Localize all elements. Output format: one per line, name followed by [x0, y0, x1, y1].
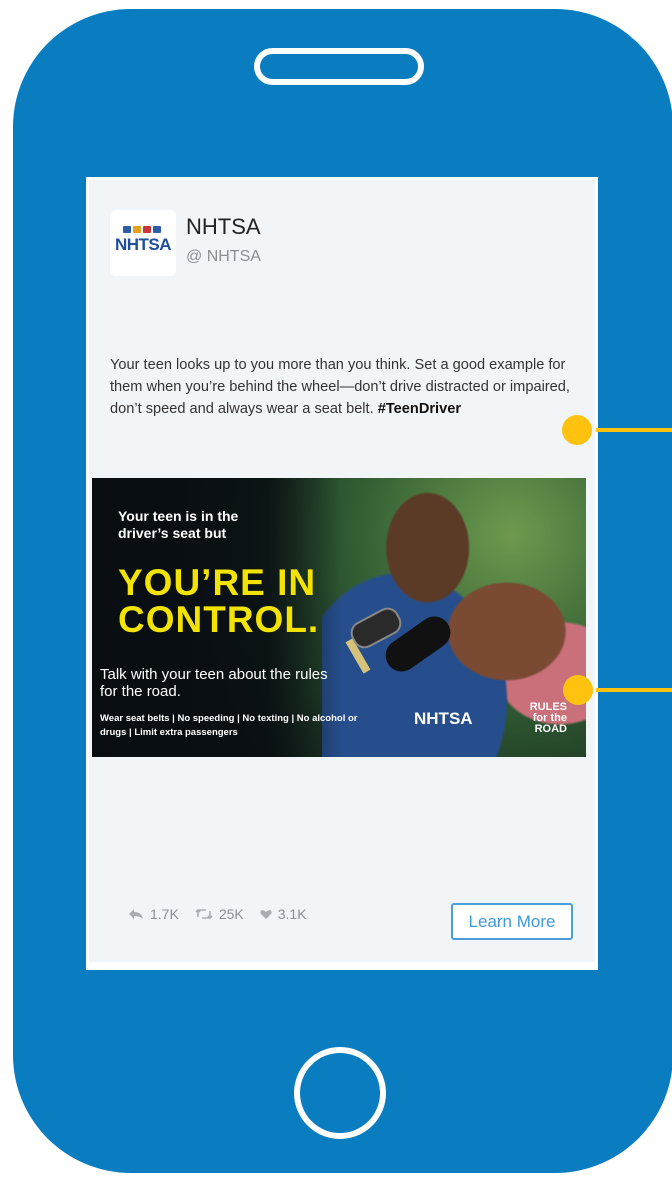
- ad-tagline: Your teen is in the driver’s seat but: [118, 508, 239, 541]
- account-name[interactable]: NHTSA: [186, 214, 261, 240]
- heart-icon: [260, 909, 272, 919]
- retweet-count: 25K: [218, 906, 244, 922]
- nhtsa-logo-icon: [123, 226, 161, 233]
- hashtag-link[interactable]: #TeenDriver: [378, 401, 461, 417]
- post-stats: 1.7K 25K 3.1K: [128, 906, 307, 922]
- learn-more-button[interactable]: Learn More: [451, 903, 573, 940]
- phone-outline: [0, 480, 27, 1187]
- callout-line-text: [596, 428, 672, 432]
- ad-nhtsa-logo: NHTSA: [414, 709, 473, 728]
- like-count: 3.1K: [277, 906, 307, 922]
- reply-count: 1.7K: [150, 906, 179, 922]
- account-handle[interactable]: @ NHTSA: [186, 248, 261, 266]
- phone-home-button[interactable]: [294, 1047, 386, 1139]
- reply-stat[interactable]: 1.7K: [128, 906, 179, 922]
- retweet-stat[interactable]: 25K: [195, 906, 244, 922]
- ad-image[interactable]: Your teen is in the driver’s seat but YO…: [92, 478, 586, 757]
- avatar-logo-text: NHTSA: [114, 235, 172, 254]
- ad-rules-list: Wear seat belts | No speeding | No texti…: [100, 713, 358, 738]
- callout-line-image: [596, 688, 672, 692]
- reply-icon: [129, 909, 143, 919]
- post-text: Your teen looks up to you more than you …: [110, 354, 580, 420]
- like-stat[interactable]: 3.1K: [260, 906, 307, 922]
- ad-subtext: Talk with your teen about the rules for …: [100, 666, 328, 700]
- post-body: Your teen looks up to you more than you …: [110, 357, 570, 417]
- phone-speaker: [254, 48, 424, 85]
- avatar[interactable]: NHTSA: [110, 210, 176, 276]
- ad-headline: YOU’RE IN CONTROL.: [118, 562, 320, 640]
- callout-dot-text: [562, 415, 592, 445]
- callout-dot-image: [563, 675, 593, 705]
- retweet-icon: [195, 908, 213, 920]
- ad-rules-road-logo: RULES for the ROAD: [529, 701, 567, 735]
